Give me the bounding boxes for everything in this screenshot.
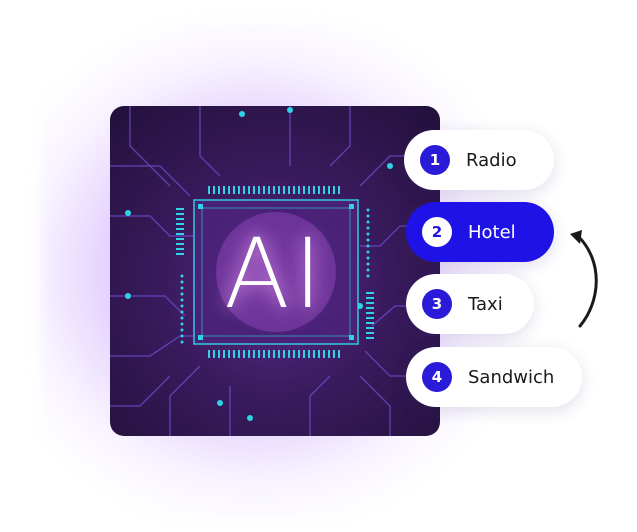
chip-ai-label: AI (224, 218, 326, 330)
list-item-hotel[interactable]: 2 Hotel (406, 202, 554, 262)
list-number-badge: 2 (422, 217, 452, 247)
list-item-sandwich[interactable]: 4 Sandwich (406, 347, 582, 407)
list-number-badge: 3 (422, 289, 452, 319)
curved-arrow-up-icon (570, 230, 598, 328)
list-number-badge: 1 (420, 145, 450, 175)
list-item-label: Taxi (468, 293, 503, 315)
list-item-taxi[interactable]: 3 Taxi (406, 274, 534, 334)
ai-chip-illustration: AI (110, 106, 440, 436)
list-item-label: Radio (466, 149, 517, 171)
list-item-label: Sandwich (468, 366, 555, 388)
list-number-badge: 4 (422, 362, 452, 392)
list-item-radio[interactable]: 1 Radio (404, 130, 554, 190)
list-item-label: Hotel (468, 221, 516, 243)
